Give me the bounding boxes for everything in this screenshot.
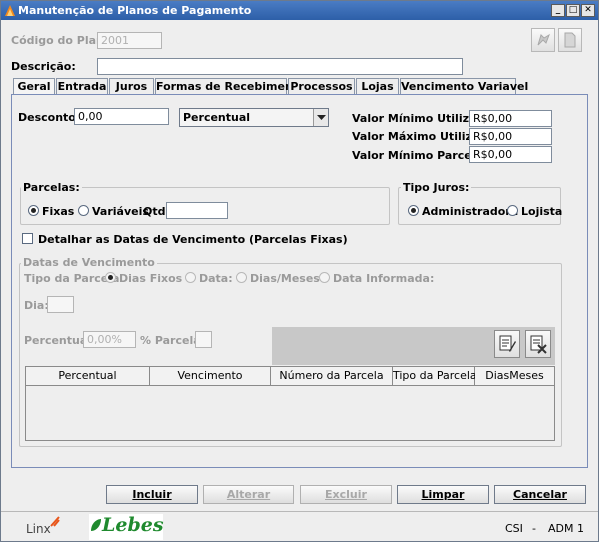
limpar-button[interactable]: Limpar bbox=[397, 485, 489, 504]
dia-label: Dia: bbox=[24, 299, 49, 312]
datas-vencimento-group-label: Datas de Vencimento bbox=[21, 256, 157, 269]
dias-fixos-label: Dias Fixos : bbox=[119, 272, 191, 285]
valor-min-parcela-label: Valor Mínimo Parcela: bbox=[352, 149, 488, 162]
copy-plan-button[interactable] bbox=[558, 28, 582, 52]
status-user: ADM 1 bbox=[548, 522, 584, 535]
parcelas-group-label: Parcelas: bbox=[21, 181, 82, 194]
window-title: Manutenção de Planos de Pagamento bbox=[18, 4, 252, 17]
qtd-label: Qtd bbox=[143, 205, 166, 218]
administradora-label: Administradora bbox=[422, 205, 519, 218]
status-system: CSI bbox=[505, 522, 523, 535]
incluir-button[interactable]: Incluir bbox=[106, 485, 198, 504]
valor-min-utilizacao-field[interactable]: R$0,00 bbox=[469, 110, 552, 127]
descricao-field[interactable] bbox=[97, 58, 463, 75]
alterar-button[interactable]: Alterar bbox=[203, 485, 294, 504]
dias-fixos-radio[interactable] bbox=[105, 272, 116, 283]
minimize-button[interactable]: _ bbox=[551, 4, 565, 17]
data-informada-label: Data Informada: bbox=[333, 272, 435, 285]
codigo-plano-field: 2001 bbox=[97, 32, 162, 49]
main-window: Manutenção de Planos de Pagamento _ □ ✕ … bbox=[0, 0, 599, 542]
title-bar: Manutenção de Planos de Pagamento _ □ ✕ bbox=[1, 1, 598, 20]
dias-meses-label: Dias/Meses bbox=[250, 272, 320, 285]
status-bar: Linx Lebes CSI - ADM 1 bbox=[1, 511, 598, 541]
administradora-radio[interactable] bbox=[408, 205, 419, 216]
cancelar-label: Cancelar bbox=[513, 488, 567, 501]
vencimentos-table: Percentual Vencimento Número da Parcela … bbox=[25, 366, 555, 441]
desconto-label: Desconto: bbox=[18, 111, 81, 124]
tipo-desconto-value: Percentual bbox=[183, 111, 251, 124]
lojista-label: Lojista bbox=[521, 205, 563, 218]
lojista-radio[interactable] bbox=[507, 205, 518, 216]
tab-entrada[interactable]: Entrada bbox=[56, 78, 108, 95]
descricao-label: Descrição: bbox=[11, 60, 76, 73]
lebes-leaf-icon bbox=[91, 519, 101, 531]
limpar-label: Limpar bbox=[421, 488, 465, 501]
desconto-field[interactable]: 0,00 bbox=[74, 108, 169, 125]
tab-processos[interactable]: Processos bbox=[288, 78, 355, 95]
fixas-radio[interactable] bbox=[28, 205, 39, 216]
cancelar-button[interactable]: Cancelar bbox=[494, 485, 586, 504]
variaveis-radio[interactable] bbox=[78, 205, 89, 216]
app-icon bbox=[5, 5, 15, 16]
remove-row-button[interactable] bbox=[525, 330, 551, 358]
column-header-tipo-parcela[interactable]: Tipo da Parcela bbox=[393, 367, 477, 386]
data-label: Data: bbox=[199, 272, 233, 285]
detalhar-label: Detalhar as Datas de Vencimento (Parcela… bbox=[38, 233, 348, 246]
pin-icon bbox=[537, 33, 550, 46]
dias-meses-radio[interactable] bbox=[236, 272, 247, 283]
tab-formas-recebimento[interactable]: Formas de Recebimento bbox=[155, 78, 306, 95]
document-icon bbox=[564, 32, 576, 48]
linx-logo-icon bbox=[50, 516, 60, 527]
maximize-button[interactable]: □ bbox=[566, 4, 580, 17]
incluir-label: Incluir bbox=[132, 488, 172, 501]
add-row-button[interactable] bbox=[494, 330, 520, 358]
column-header-dias-meses[interactable]: DiasMeses bbox=[475, 367, 554, 386]
tipo-desconto-select[interactable]: Percentual bbox=[179, 108, 329, 127]
close-button[interactable]: ✕ bbox=[581, 4, 595, 17]
parcela-field[interactable] bbox=[195, 331, 212, 348]
status-separator: - bbox=[532, 522, 536, 535]
alterar-label: Alterar bbox=[226, 488, 271, 501]
column-header-percentual[interactable]: Percentual bbox=[26, 367, 150, 386]
column-header-numero-parcela[interactable]: Número da Parcela bbox=[271, 367, 393, 386]
data-radio[interactable] bbox=[185, 272, 196, 283]
lebes-logo: Lebes bbox=[89, 514, 164, 540]
detalhar-checkbox[interactable] bbox=[22, 233, 33, 244]
valor-max-utilizacao-field[interactable]: R$0,00 bbox=[469, 128, 552, 145]
column-header-vencimento[interactable]: Vencimento bbox=[150, 367, 271, 386]
excluir-button[interactable]: Excluir bbox=[300, 485, 392, 504]
variaveis-label: Variáveis bbox=[92, 205, 149, 218]
dia-field[interactable] bbox=[47, 296, 74, 313]
tipo-juros-group-label: Tipo Juros: bbox=[401, 181, 472, 194]
tab-vencimento-variavel[interactable]: Vencimento Variavel bbox=[400, 78, 528, 95]
dropdown-arrow-button[interactable] bbox=[313, 109, 328, 126]
edit-list-icon bbox=[499, 335, 516, 352]
valor-min-parcela-field[interactable]: R$0,00 bbox=[469, 146, 552, 163]
fixas-label: Fixas bbox=[42, 205, 75, 218]
qtd-field[interactable] bbox=[166, 202, 228, 219]
delete-list-icon bbox=[530, 335, 547, 354]
new-plan-button[interactable] bbox=[531, 28, 555, 52]
lebes-logo-text: Lebes bbox=[102, 514, 164, 536]
tab-lojas[interactable]: Lojas bbox=[356, 78, 399, 95]
data-informada-radio[interactable] bbox=[319, 272, 330, 283]
percentual-field[interactable]: 0,00% bbox=[83, 331, 136, 348]
excluir-label: Excluir bbox=[325, 488, 367, 501]
tab-juros[interactable]: Juros bbox=[109, 78, 154, 95]
chevron-down-icon bbox=[317, 115, 326, 120]
